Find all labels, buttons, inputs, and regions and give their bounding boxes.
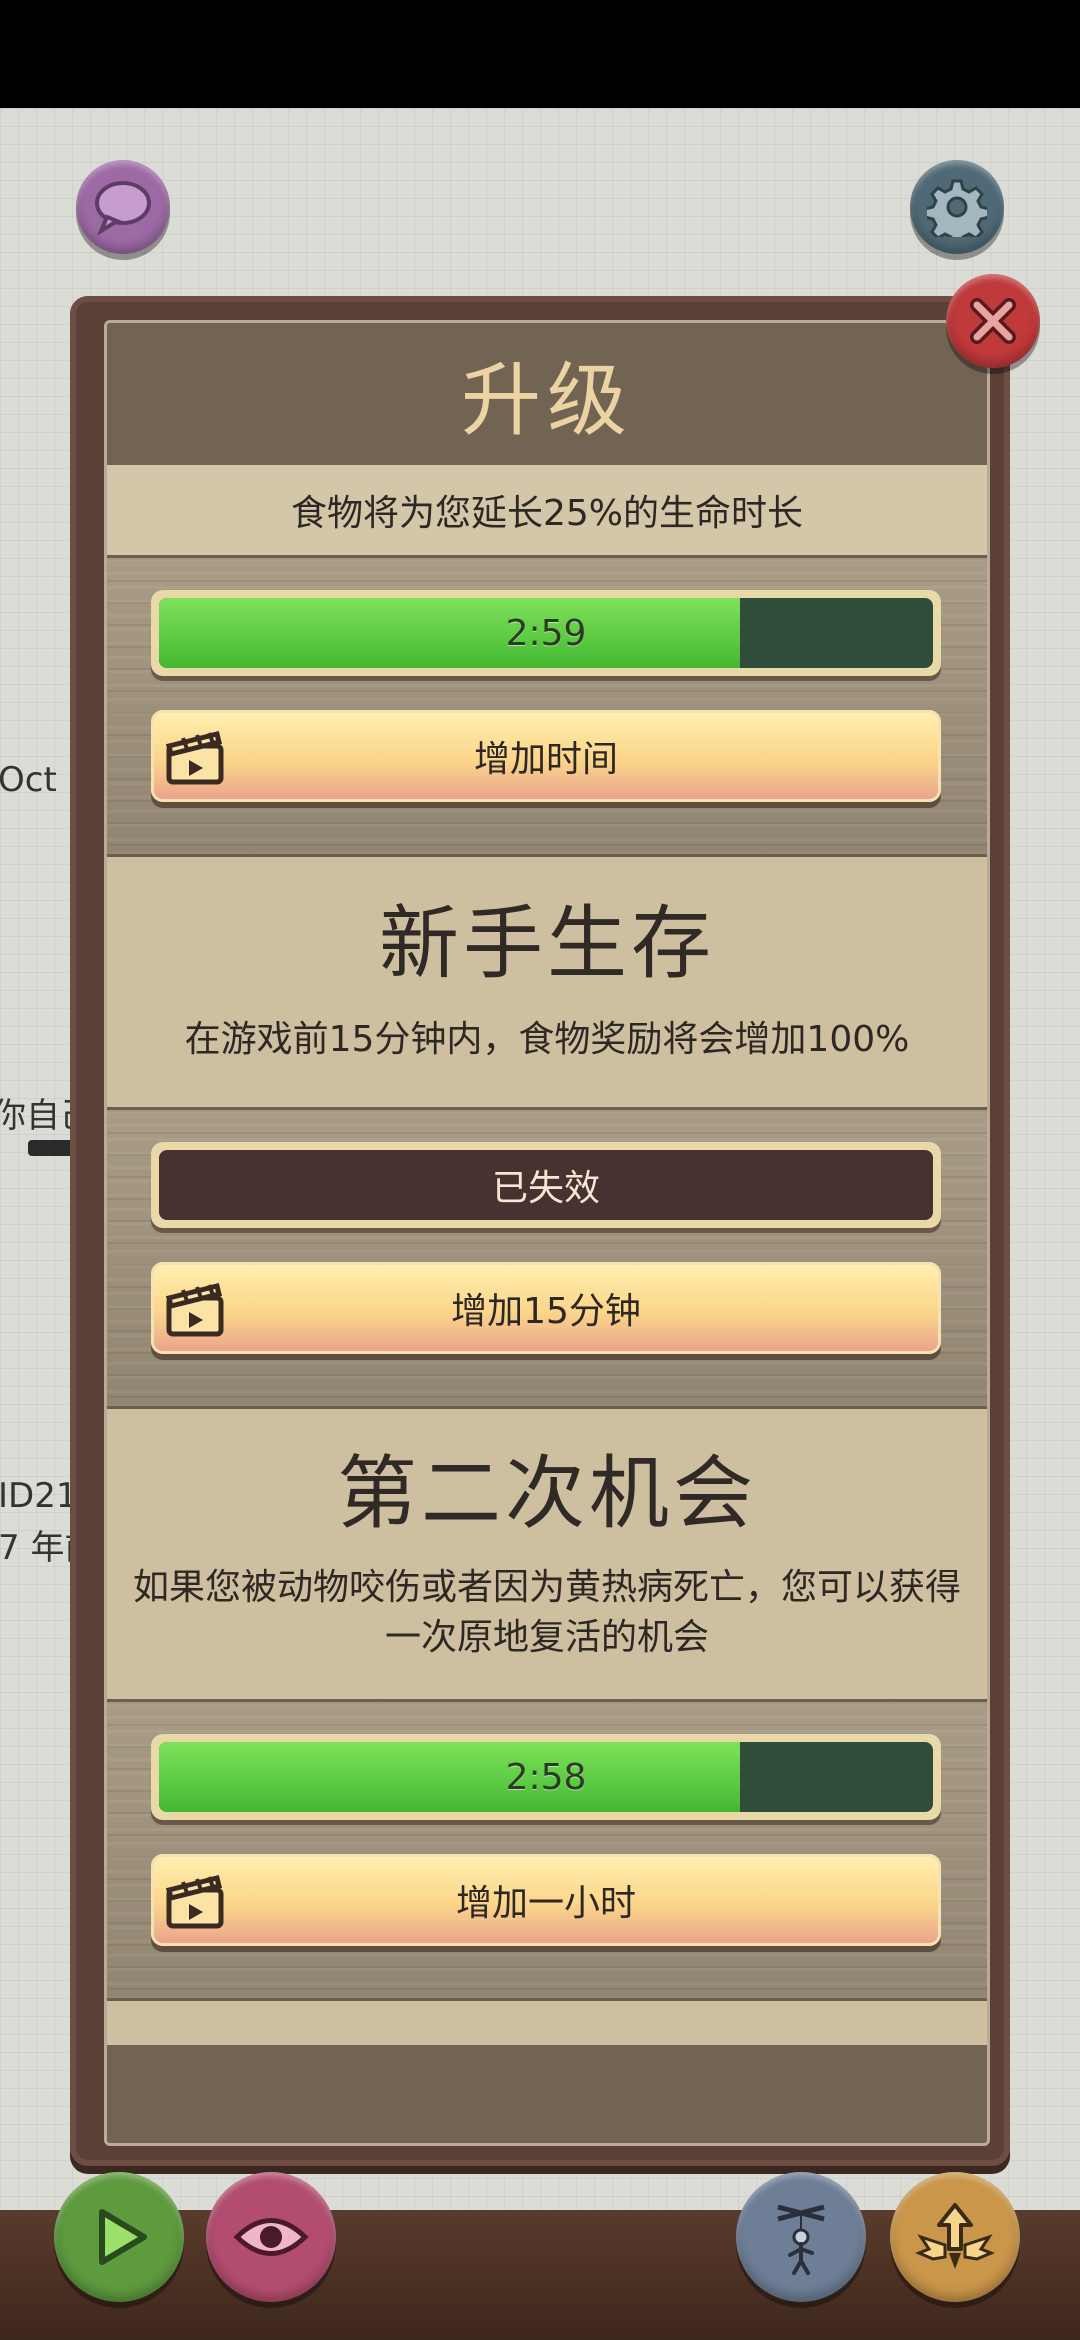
add-time-button[interactable]: 增加时间 (151, 710, 941, 802)
section-description: 在游戏前15分钟内，食物奖励将会增加100% (184, 1019, 910, 1060)
chat-bubble-icon (95, 181, 151, 235)
add-15-minutes-button-label: 增加15分钟 (451, 1291, 641, 1332)
gear-icon (927, 179, 987, 237)
add-time-button-label: 增加时间 (473, 739, 618, 780)
status-bar (0, 0, 1080, 108)
add-one-hour-button[interactable]: 增加一小时 (151, 1854, 941, 1946)
section-title: 新手生存 (379, 897, 715, 990)
section-description: 如果您被动物咬伤或者因为黄热病死亡，您可以获得一次原地复活的机会 (132, 1567, 961, 1658)
timer-bar: 已失效 (151, 1142, 941, 1228)
add-15-minutes-button[interactable]: 增加15分钟 (151, 1262, 941, 1354)
winged-arrow-icon (915, 2203, 995, 2269)
puppet-button[interactable] (736, 2172, 866, 2302)
timer-label: 2:58 (505, 1756, 587, 1798)
close-icon (970, 298, 1016, 344)
timer-track: 2:59 (159, 598, 933, 668)
section-header: 升级 (107, 323, 987, 465)
timer-label: 2:59 (505, 612, 587, 654)
clapperboard-icon (165, 730, 224, 785)
section-description-band: 食物将为您延长25%的生命时长 (107, 465, 987, 555)
play-icon (99, 2209, 147, 2265)
add-one-hour-button-label: 增加一小时 (455, 1883, 636, 1924)
section-header: 新手生存 在游戏前15分钟内，食物奖励将会增加100% (107, 857, 987, 1107)
section-wood-panel: 已失效 增加15分钟 (107, 1107, 987, 1409)
timer-label: 已失效 (491, 1168, 600, 1209)
timer-track: 2:58 (159, 1742, 933, 1812)
chat-button[interactable] (76, 160, 170, 254)
timer-bar: 2:58 (151, 1734, 941, 1820)
section-title: 第二次机会 (337, 1447, 757, 1540)
settings-button[interactable] (910, 160, 1004, 254)
timer-track: 已失效 (159, 1150, 933, 1220)
clapperboard-icon (165, 1282, 224, 1337)
puppet-icon (777, 2204, 825, 2275)
timer-bar: 2:59 (151, 590, 941, 676)
section-wood-panel: 2:59 增加时间 (107, 555, 987, 857)
close-button[interactable] (946, 274, 1040, 368)
play-button[interactable] (54, 2172, 184, 2302)
section-description: 食物将为您延长25%的生命时长 (290, 493, 804, 534)
upgrade-modal: 升级 食物将为您延长25%的生命时长 2:59 增加时间 新手生存 在游戏前15… (104, 320, 990, 2146)
section-title: 升级 (461, 354, 633, 447)
watch-button[interactable] (206, 2172, 336, 2302)
clapperboard-icon (165, 1874, 224, 1929)
eye-icon (233, 2218, 309, 2256)
upgrade-button[interactable] (890, 2172, 1020, 2302)
next-section-peek (107, 2001, 987, 2045)
section-header: 第二次机会 如果您被动物咬伤或者因为黄热病死亡，您可以获得一次原地复活的机会 (107, 1409, 987, 1699)
section-wood-panel: 2:58 增加一小时 (107, 1699, 987, 2001)
background-text: ID21 (0, 1476, 78, 1516)
